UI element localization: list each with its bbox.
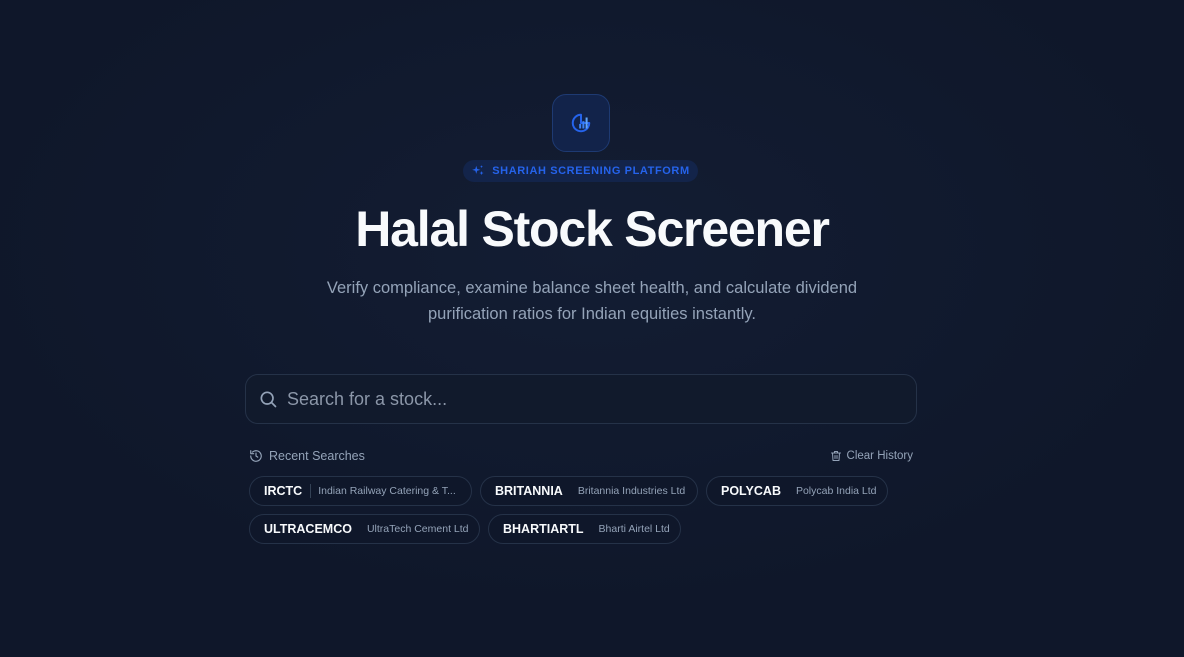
history-icon [250,450,262,462]
recent-chip-bhartiartl[interactable]: BHARTIARTL Bharti Airtel Ltd [488,514,681,544]
chip-symbol: BRITANNIA [495,484,563,498]
app-logo [552,94,610,152]
clear-history-button[interactable]: Clear History [830,448,913,464]
app-page: SHARIAH SCREENING PLATFORM Halal Stock S… [0,0,1184,657]
chart-pie-icon [571,113,591,133]
recent-chip-britannia[interactable]: BRITANNIA Britannia Industries Ltd [480,476,698,506]
recent-searches-header: Recent Searches [249,448,365,464]
recent-searches-label: Recent Searches [269,449,365,463]
chip-symbol: IRCTC [264,484,303,498]
sparkles-icon [472,165,484,176]
chip-divider [310,484,312,498]
search-icon [258,389,278,409]
recent-chip-ultracemco[interactable]: ULTRACEMCO UltraTech Cement Ltd [249,514,480,544]
page-subtitle: Verify compliance, examine balance sheet… [326,279,858,323]
chip-company-name: Bharti Airtel Ltd [598,523,670,535]
search-input[interactable] [287,375,916,423]
chip-company-name: Britannia Industries Ltd [577,485,686,497]
clear-history-label: Clear History [846,450,913,462]
chip-symbol: ULTRACEMCO [264,522,352,536]
page-title: Halal Stock Screener [355,201,830,257]
recent-chip-irctc[interactable]: IRCTC Indian Railway Catering & T... [249,476,472,506]
platform-badge: SHARIAH SCREENING PLATFORM [463,160,698,182]
search-bar[interactable] [245,374,917,424]
chip-company-name: Polycab India Ltd [795,485,877,497]
chip-company-name: UltraTech Cement Ltd [366,523,469,535]
recent-chip-polycab[interactable]: POLYCAB Polycab India Ltd [706,476,888,506]
badge-label: SHARIAH SCREENING PLATFORM [492,165,690,177]
chip-symbol: BHARTIARTL [503,522,584,536]
chip-company-name: Indian Railway Catering & T... [318,485,456,497]
chip-symbol: POLYCAB [721,484,781,498]
trash-icon [830,451,841,461]
